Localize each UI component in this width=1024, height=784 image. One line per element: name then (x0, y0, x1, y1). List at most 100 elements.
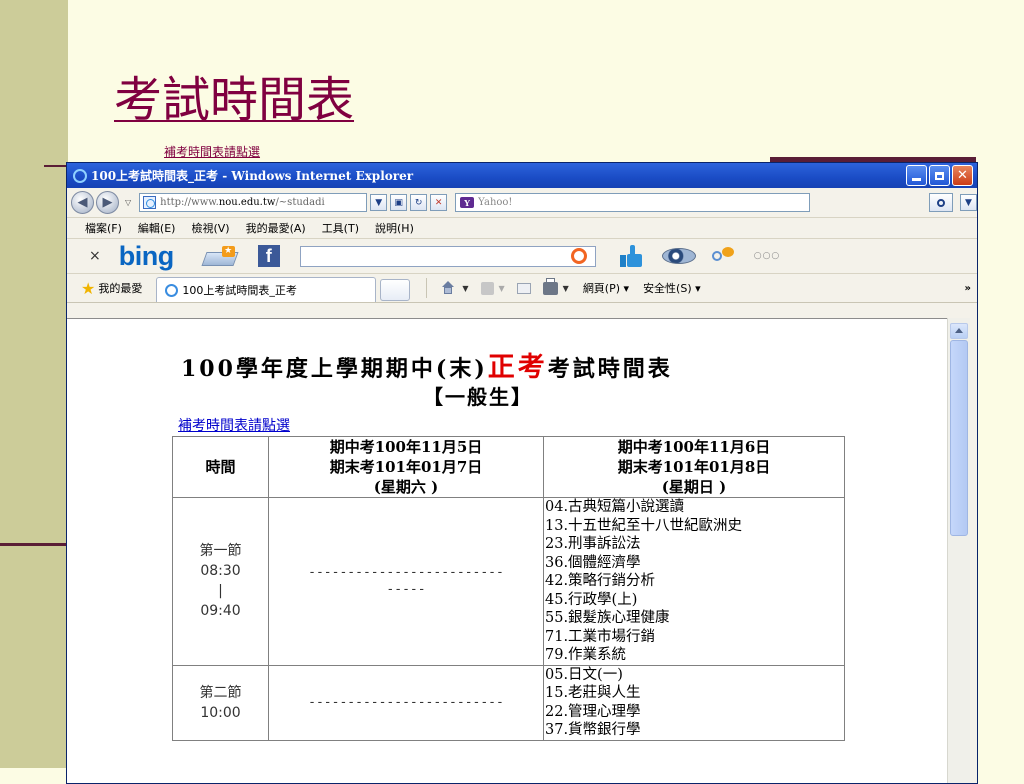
course-item: 42.策略行銷分析 (545, 573, 656, 589)
toolbar-close-icon[interactable]: × (89, 248, 101, 264)
makeup-exam-link[interactable]: 補考時間表請點選 (178, 415, 290, 435)
header-sunday: 期中考100年11月6日 期末考101年01月8日 (星期日 ) (543, 436, 845, 498)
search-options-button[interactable]: ▼ (960, 194, 977, 211)
menu-bar: 檔案(F) 編輯(E) 檢視(V) 我的最愛(A) 工具(T) 說明(H) (67, 218, 977, 239)
maximize-button[interactable] (929, 165, 950, 186)
period-start: 08:30 (200, 563, 241, 580)
address-prefix: http://www. (160, 197, 219, 208)
course-item: 23.刑事訴訟法 (545, 536, 641, 552)
period-cell: 第二節 10:00 (172, 664, 269, 741)
read-mail-icon[interactable] (516, 282, 531, 294)
course-item: 79.作業系統 (545, 647, 627, 663)
doc-subtitle: 【一般生】 (423, 385, 533, 409)
news-icon-ring (711, 251, 722, 261)
menu-view[interactable]: 檢視(V) (191, 220, 229, 236)
favorites-label[interactable]: 我的最愛 (98, 280, 142, 296)
ie-logo-icon (73, 168, 87, 183)
page-menu[interactable]: 網頁(P) ▾ (583, 280, 629, 296)
close-icon: ✕ (957, 168, 968, 183)
bing-search-icon[interactable] (570, 248, 587, 264)
slide-title: 考試時間表 (114, 72, 355, 128)
address-input[interactable]: http://www. nou.edu.tw/~studadi (139, 193, 368, 212)
period-cell: 第一節 08:30 | 09:40 (172, 497, 269, 666)
minimize-icon (912, 178, 921, 181)
print-dropdown-icon[interactable]: ▼ (563, 284, 569, 293)
history-dropdown-icon[interactable]: ▽ (125, 198, 131, 207)
doc-title-part2: 考試時間表 (547, 356, 673, 382)
menu-file[interactable]: 檔案(F) (85, 220, 122, 236)
slide-side-bar (0, 0, 68, 768)
search-placeholder: Yahoo! (478, 197, 513, 208)
course-item: 36.個體經濟學 (545, 554, 641, 571)
course-item: 45.行政學(上) (545, 591, 638, 608)
header-saturday: 期中考100年11月5日 期末考101年01月7日 (星期六 ) (268, 436, 544, 498)
stop-button[interactable]: ✕ (430, 194, 448, 211)
close-button[interactable]: ✕ (952, 165, 973, 186)
mail-icon[interactable]: ★ (201, 246, 244, 266)
header-sun-line: (星期日 ) (661, 478, 727, 496)
menu-favorites[interactable]: 我的最愛(A) (246, 220, 306, 236)
course-item: 05.日文(一) (545, 666, 623, 683)
sunday-courses-cell: 05.日文(一) 15.老莊與人生 22.管理心理學 37.貨幣銀行學 (543, 664, 845, 741)
like-icon[interactable] (619, 245, 644, 267)
window-titlebar: 100上考試時間表_正考 - Windows Internet Explorer… (67, 163, 977, 188)
address-dropdown-button[interactable]: ▼ (370, 194, 388, 211)
empty-dashes: ----- (386, 582, 426, 598)
empty-dashes: ------------------------- (308, 565, 504, 581)
scroll-thumb[interactable] (950, 340, 968, 536)
toolbar-separator (426, 278, 428, 298)
home-icon[interactable] (441, 281, 455, 295)
feeds-dropdown-icon[interactable]: ▼ (499, 284, 505, 293)
slide-rule-bottom (0, 543, 70, 546)
ie-window: 100上考試時間表_正考 - Windows Internet Explorer… (66, 162, 978, 784)
header-sun-line: 期末考101年01月8日 (617, 458, 771, 476)
search-icon (937, 198, 945, 207)
maximize-icon (935, 171, 944, 180)
favorites-bar: ★ 我的最愛 100上考試時間表_正考 ▼ ▼ ▼ 網頁(P) ▾ 安全性(S)… (67, 274, 977, 303)
command-more-icon[interactable]: » (965, 283, 971, 294)
home-dropdown-icon[interactable]: ▼ (462, 284, 468, 293)
course-item: 71.工業市場行銷 (545, 628, 656, 645)
period-separator: | (218, 583, 223, 600)
minimize-button[interactable] (906, 165, 927, 186)
slide-makeup-link[interactable]: 補考時間表請點選 (164, 143, 260, 160)
yahoo-icon: Y (460, 197, 475, 208)
period-start: 10:00 (200, 704, 241, 721)
course-item: 13.十五世紀至十八世紀歐洲史 (545, 517, 743, 534)
favorites-star-icon[interactable]: ★ (81, 279, 95, 298)
search-button[interactable] (929, 193, 953, 212)
back-button[interactable]: ◀ (71, 191, 94, 214)
print-icon[interactable] (542, 277, 558, 295)
page-menu-label: 網頁(P) (582, 282, 621, 295)
page-icon (143, 196, 157, 209)
menu-help[interactable]: 說明(H) (375, 220, 414, 236)
refresh-button[interactable]: ↻ (410, 194, 428, 211)
compat-view-button[interactable]: ▣ (390, 194, 408, 211)
bing-toolbar: × bing ★ f ○○○ (67, 239, 977, 274)
toolbar-more-icon[interactable]: ○○○ (754, 251, 781, 261)
table-row: 第二節 10:00 ------------------------- 05.日… (172, 664, 845, 741)
menu-tools[interactable]: 工具(T) (322, 220, 359, 236)
scroll-up-button[interactable] (950, 323, 968, 339)
safety-menu[interactable]: 安全性(S) ▾ (643, 280, 701, 296)
doc-title-red: 正考 (487, 352, 548, 383)
tab-active[interactable]: 100上考試時間表_正考 (156, 277, 377, 302)
bing-search-input[interactable] (299, 245, 596, 267)
new-tab-button[interactable] (380, 278, 411, 301)
address-host: nou.edu.tw (218, 197, 276, 208)
vertical-scrollbar[interactable] (947, 318, 970, 783)
menu-edit[interactable]: 編輯(E) (138, 220, 176, 236)
preview-icon[interactable] (661, 248, 696, 264)
search-input[interactable]: Y Yahoo! (455, 193, 811, 212)
feeds-icon[interactable] (480, 281, 494, 295)
address-bar: ◀ ▶ ▽ http://www. nou.edu.tw/~studadi ▼ ▣… (67, 188, 977, 218)
page-content: 100學年度上學期期中(末)正考考試時間表 【一般生】 補考時間表請點選 時間 … (67, 318, 947, 783)
facebook-icon[interactable]: f (257, 245, 280, 267)
schedule-table: 時間 期中考100年11月5日 期末考101年01月7日 (星期六 ) 期中考1… (172, 436, 845, 741)
like-thumb (629, 245, 635, 256)
forward-button[interactable]: ▶ (96, 191, 119, 214)
course-item: 55.銀髮族心理健康 (545, 610, 670, 626)
table-row: 第一節 08:30 | 09:40 ----------------------… (172, 497, 845, 666)
mail-star-icon: ★ (221, 246, 235, 257)
news-icon[interactable] (710, 247, 738, 265)
